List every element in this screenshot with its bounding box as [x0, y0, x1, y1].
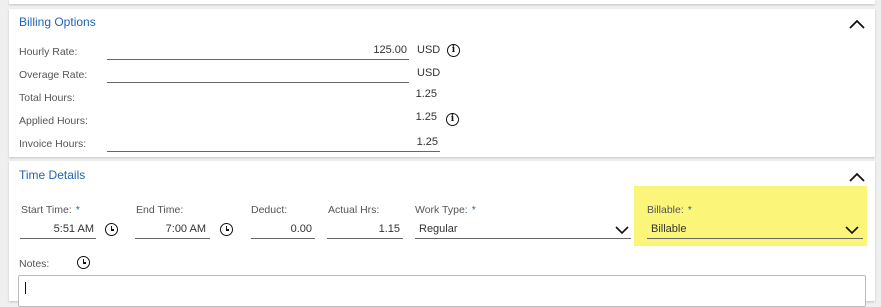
required-marker: * [687, 204, 692, 216]
hourly-rate-currency: USD [417, 44, 441, 56]
billable-chevron-down-icon[interactable] [845, 226, 859, 235]
applied-hours-label: Applied Hours: [19, 115, 88, 127]
applied-hours-info-icon[interactable]: i [446, 113, 459, 126]
start-time-field[interactable]: 5:51 AM [20, 223, 94, 235]
actual-hrs-underline [327, 238, 403, 239]
invoice-hours-underline [107, 151, 440, 152]
start-time-underline [20, 238, 96, 239]
start-time-label: Start Time: * [21, 204, 80, 216]
overage-rate-label: Overage Rate: [19, 69, 88, 81]
invoice-hours-field[interactable]: 1.25 [107, 136, 438, 148]
work-type-label-text: Work Type: [415, 204, 468, 216]
work-type-chevron-down-icon[interactable] [615, 226, 629, 235]
previous-section-panel [9, 0, 875, 4]
total-hours-label: Total Hours: [19, 92, 76, 104]
billable-label: Billable: * [647, 204, 692, 216]
billable-label-text: Billable: [647, 204, 684, 216]
invoice-hours-label: Invoice Hours: [19, 138, 87, 150]
required-marker: * [75, 204, 80, 216]
overage-rate-currency: USD [417, 67, 441, 79]
end-time-clock-icon[interactable] [220, 223, 233, 236]
hourly-rate-label: Hourly Rate: [19, 46, 78, 58]
notes-clock-icon[interactable] [77, 256, 90, 269]
actual-hrs-label: Actual Hrs: [328, 204, 380, 216]
required-marker: * [471, 204, 476, 216]
work-type-underline [415, 238, 631, 239]
text-cursor [25, 282, 26, 294]
billable-underline [647, 238, 863, 239]
notes-label: Notes: [19, 258, 50, 270]
end-time-underline [135, 238, 210, 239]
hourly-rate-info-icon[interactable]: i [447, 44, 460, 57]
billing-options-title[interactable]: Billing Options [19, 15, 96, 29]
hourly-rate-underline [107, 59, 409, 60]
billable-highlight [634, 186, 867, 246]
total-hours-value: 1.25 [415, 88, 437, 100]
work-type-select[interactable]: Regular [419, 223, 458, 235]
end-time-label: End Time: [136, 204, 184, 216]
applied-hours-value: 1.25 [415, 111, 437, 123]
billing-options-panel: Billing Options Hourly Rate: 125.00 USD … [9, 9, 875, 157]
notes-textarea[interactable] [18, 275, 866, 307]
chevron-up-icon[interactable] [849, 19, 865, 31]
actual-hrs-field[interactable]: 1.15 [327, 223, 400, 235]
start-time-clock-icon[interactable] [105, 223, 118, 236]
overage-rate-underline [107, 82, 409, 83]
work-type-label: Work Type: * [415, 204, 476, 216]
deduct-label: Deduct: [251, 204, 288, 216]
start-time-label-text: Start Time: [21, 204, 72, 216]
deduct-underline [251, 238, 315, 239]
end-time-field[interactable]: 7:00 AM [135, 223, 206, 235]
time-details-title[interactable]: Time Details [19, 168, 85, 182]
deduct-field[interactable]: 0.00 [251, 223, 312, 235]
hourly-rate-field[interactable]: 125.00 [107, 44, 407, 56]
billable-select[interactable]: Billable [651, 223, 686, 235]
chevron-up-icon[interactable] [849, 172, 865, 184]
